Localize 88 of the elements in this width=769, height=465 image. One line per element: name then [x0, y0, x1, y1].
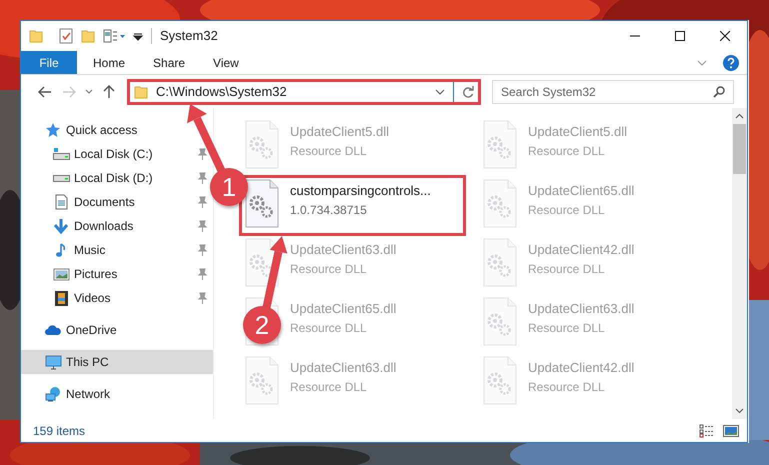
sidebar-item[interactable]: Pictures [21, 262, 213, 286]
file-gear-icon [243, 238, 281, 288]
folder-icon [134, 84, 148, 100]
file-detail: 1.0.734.38715 [290, 202, 368, 218]
ribbon-tab[interactable]: Home [79, 51, 140, 74]
file-detail: Resource DLL [528, 202, 606, 218]
file-name: UpdateClient63.dll [290, 359, 396, 377]
picture-icon [53, 266, 70, 282]
file-name: UpdateClient5.dll [528, 123, 628, 141]
view-menu-icon[interactable] [103, 28, 125, 44]
help-icon[interactable] [723, 54, 739, 70]
file-menu-button[interactable]: File [21, 51, 77, 74]
file-gear-icon [481, 297, 519, 347]
forward-arrow-icon [62, 86, 76, 98]
file-detail: Resource DLL [290, 378, 368, 396]
maximize-icon [674, 31, 684, 41]
file-detail: Resource DLL [290, 260, 368, 278]
file-gear-icon [481, 238, 519, 288]
sidebar-item[interactable]: Local Disk (C:) [21, 142, 213, 166]
file-gear-icon [243, 120, 281, 170]
file-item[interactable]: customparsingcontrols... 1.0.734.38715 [239, 175, 466, 236]
scrollbar-thumb[interactable] [733, 124, 746, 174]
folder-icon[interactable] [29, 28, 43, 44]
file-name: UpdateClient63.dll [290, 241, 396, 259]
file-detail: Resource DLL [528, 142, 606, 160]
file-name: UpdateClient42.dll [528, 241, 634, 259]
sidebar-item[interactable]: Videos [21, 286, 213, 310]
close-icon [720, 31, 730, 41]
pin-icon[interactable] [197, 148, 207, 160]
arrow [186, 104, 226, 174]
pin-icon[interactable] [197, 292, 207, 304]
search-icon [713, 86, 725, 98]
pin-icon[interactable] [197, 220, 207, 232]
pin-icon[interactable] [197, 268, 207, 280]
large-icons-view-icon[interactable] [723, 424, 739, 438]
scrollbar[interactable] [732, 108, 747, 419]
file-name: UpdateClient5.dll [290, 123, 390, 141]
sidebar-item[interactable]: Music [21, 238, 213, 262]
file-detail: Resource DLL [290, 142, 368, 160]
sidebar-item[interactable]: Downloads [21, 214, 213, 238]
file-detail: Resource DLL [528, 378, 606, 396]
scroll-up-icon[interactable] [735, 113, 744, 119]
file-detail: Resource DLL [290, 320, 368, 336]
ribbon-tab[interactable]: Share [139, 51, 200, 74]
ribbon-tab[interactable]: View [199, 51, 253, 74]
expand-ribbon-icon[interactable] [697, 58, 707, 66]
item-count: 159 items [33, 422, 86, 440]
chevron-down-icon [85, 88, 93, 94]
file-gear-icon [243, 356, 281, 406]
file-gear-icon [481, 356, 519, 406]
sidebar-item[interactable]: Local Disk (D:) [21, 166, 213, 190]
file-gear-icon [243, 179, 281, 229]
file-name: UpdateClient63.dll [528, 300, 634, 318]
properties-icon[interactable] [59, 28, 73, 44]
sidebar-item[interactable]: OneDrive [21, 318, 213, 342]
network-icon [45, 386, 62, 402]
pin-icon[interactable] [197, 196, 207, 208]
back-arrow-icon [38, 86, 52, 98]
file-name: UpdateClient42.dll [528, 359, 634, 377]
window-title: System32 [160, 27, 219, 46]
up-arrow-icon [103, 84, 115, 98]
drive-icon [53, 174, 70, 182]
address-bar[interactable]: C:\Windows\System32 [127, 78, 481, 104]
computer-icon [45, 354, 62, 370]
sidebar-item[interactable]: Quick access [21, 118, 213, 142]
file-name: UpdateClient65.dll [290, 300, 396, 318]
details-view-icon[interactable] [699, 424, 715, 438]
file-gear-icon [481, 120, 519, 170]
sidebar-item[interactable]: This PC [21, 350, 213, 374]
drive-icon [53, 148, 70, 160]
file-gear-icon [481, 179, 519, 229]
file-name: customparsingcontrols... [290, 182, 431, 200]
quick-access-star-icon [45, 122, 62, 138]
search-field[interactable]: Search System32 [492, 80, 734, 104]
file-detail: Resource DLL [528, 320, 606, 336]
pin-icon[interactable] [197, 172, 207, 184]
new-folder-icon[interactable] [81, 28, 95, 44]
chevron-down-icon[interactable] [435, 88, 445, 96]
refresh-icon [462, 86, 474, 98]
file-detail: Resource DLL [528, 260, 606, 278]
file-name: UpdateClient65.dll [528, 182, 634, 200]
pin-icon[interactable] [197, 244, 207, 256]
scroll-down-icon[interactable] [735, 408, 744, 414]
sidebar-item[interactable]: Documents [21, 190, 213, 214]
sidebar-item[interactable]: Network [21, 382, 213, 406]
download-arrow-icon [53, 218, 70, 234]
film-strip-icon [53, 290, 70, 306]
document-icon [53, 194, 70, 210]
